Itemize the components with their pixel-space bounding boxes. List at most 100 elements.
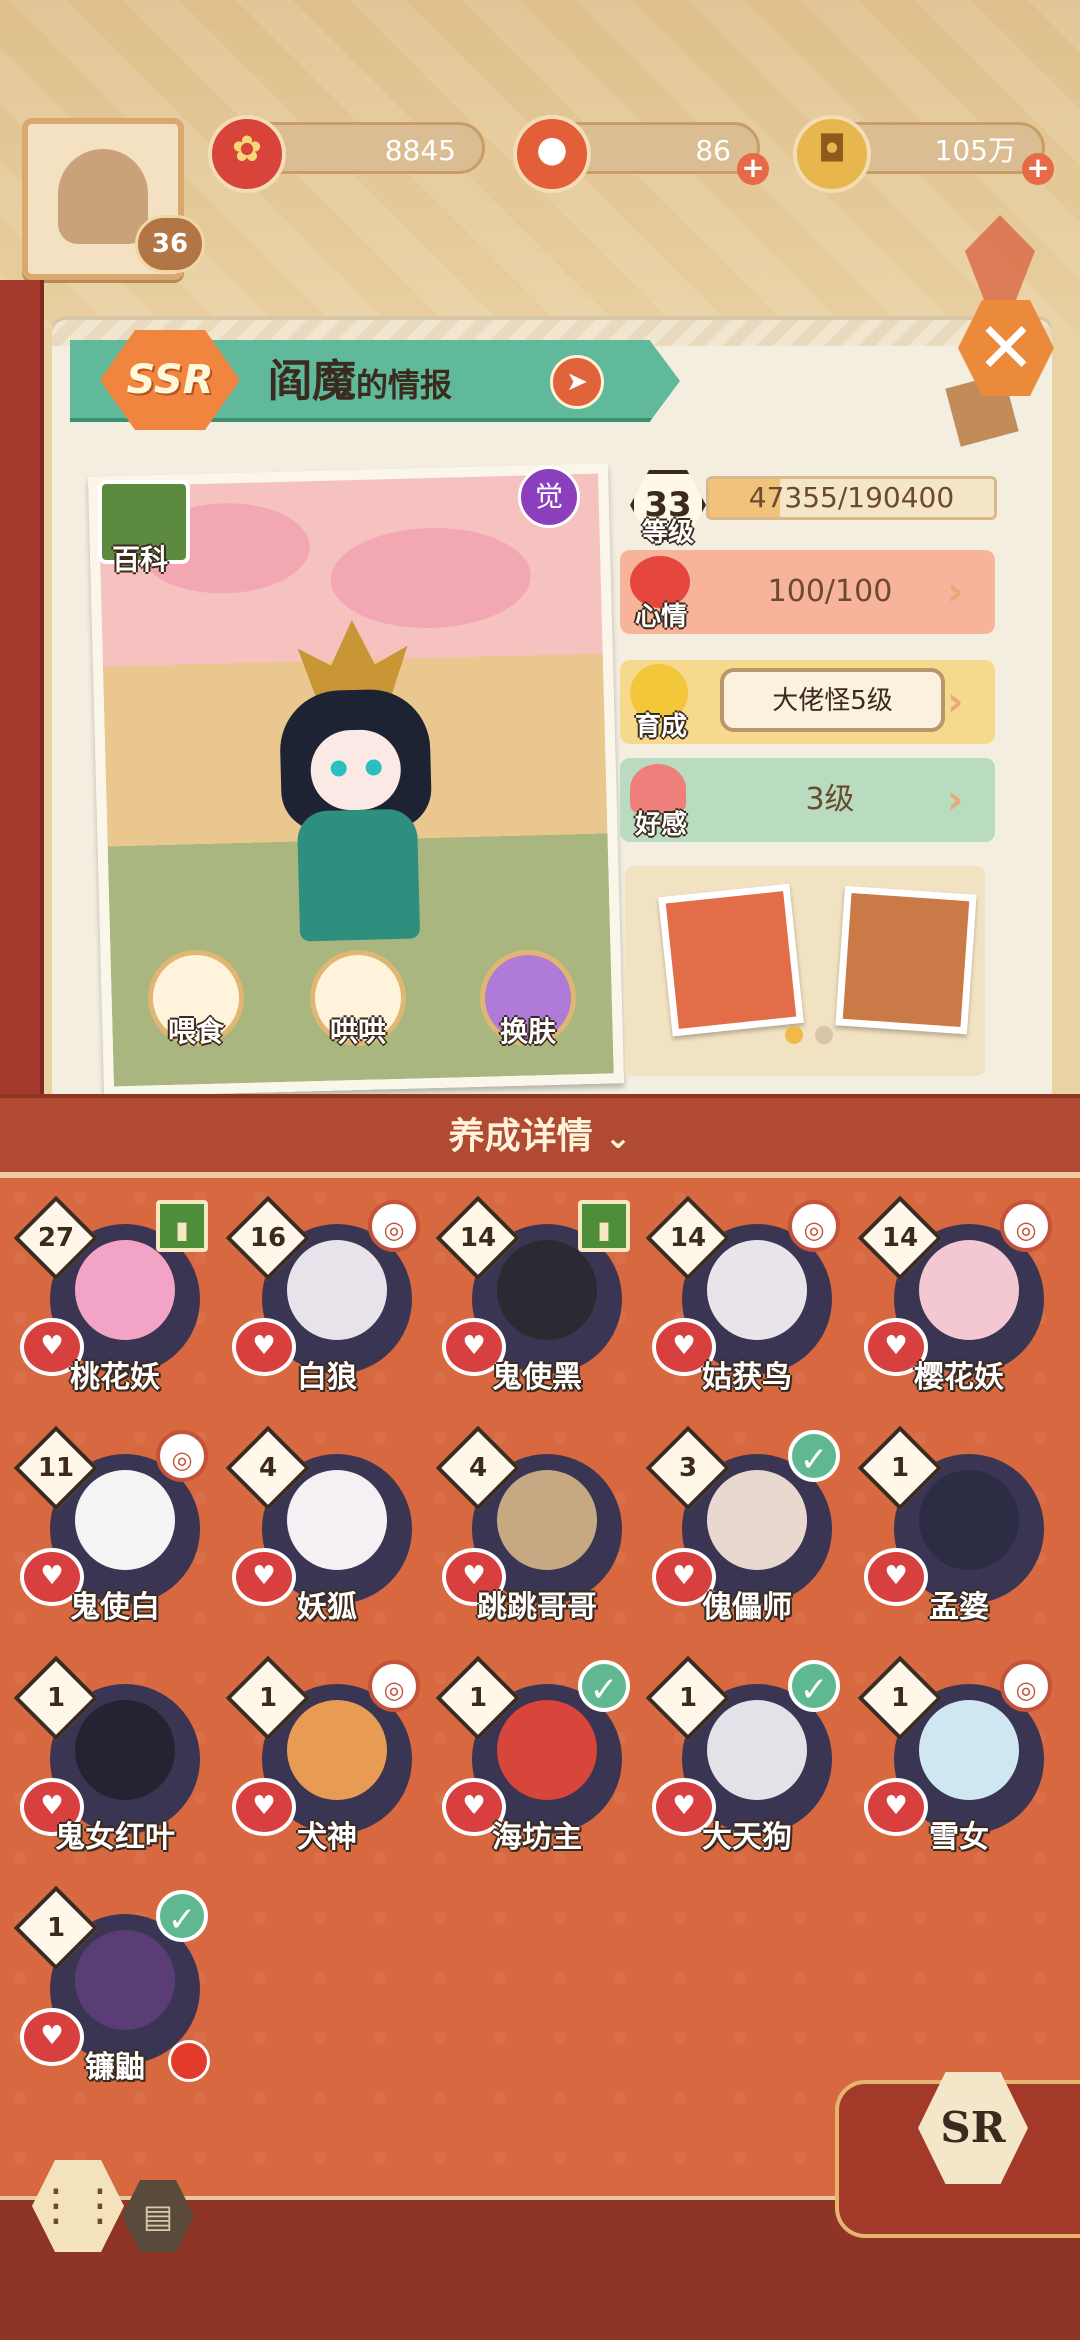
- ring-icon: ◎: [1000, 1200, 1052, 1252]
- exp-text: 47355/190400: [748, 481, 955, 514]
- character-cell[interactable]: 1 ♥ 雪女 ◎: [857, 1655, 1052, 1860]
- character-name: 妖狐: [297, 1590, 357, 1625]
- character-portrait: [75, 1240, 175, 1340]
- character-name: 阎魔: [268, 356, 356, 407]
- compass-icon[interactable]: ➤: [550, 355, 604, 409]
- growth-label: 育成: [634, 712, 687, 742]
- change-skin-label: 换肤: [499, 1015, 556, 1048]
- ring-icon: ◎: [368, 1200, 420, 1252]
- favor-label: 好感: [634, 810, 687, 840]
- character-level: 14: [459, 1223, 497, 1253]
- character-level: 1: [46, 1913, 66, 1943]
- character-name: 樱花妖: [914, 1360, 1004, 1395]
- character-portrait: [287, 1700, 387, 1800]
- character-cell[interactable]: 14 ♥ 樱花妖 ◎: [857, 1195, 1052, 1400]
- character-portrait: [287, 1240, 387, 1340]
- character-cell[interactable]: 3 ♥ 傀儡师 ✓: [645, 1425, 840, 1630]
- check-icon: ✓: [156, 1890, 208, 1942]
- character-level: 1: [890, 1683, 910, 1713]
- gift-food-card[interactable]: [658, 883, 804, 1037]
- character-cell[interactable]: 1 ♥ 鬼女红叶: [13, 1655, 200, 1860]
- add-jade-button[interactable]: +: [737, 153, 769, 185]
- comfort-label: 哄哄: [329, 1015, 386, 1048]
- character-name: 姑获鸟: [702, 1360, 792, 1395]
- character-cell[interactable]: 1 ♥ 孟婆: [857, 1425, 1044, 1630]
- character-portrait: [919, 1470, 1019, 1570]
- character-level: 1: [678, 1683, 698, 1713]
- character-level: 1: [46, 1683, 66, 1713]
- character-cell[interactable]: 4 ♥ 妖狐: [225, 1425, 412, 1630]
- character-cell[interactable]: 14 ♥ 姑获鸟 ◎: [645, 1195, 840, 1400]
- level-label: 等级: [641, 518, 694, 548]
- character-name: 白狼: [297, 1360, 357, 1395]
- character-level: 4: [258, 1453, 278, 1483]
- change-skin-button[interactable]: 换肤: [472, 950, 584, 1058]
- character-cell[interactable]: 1 ♥ 犬神 ◎: [225, 1655, 420, 1860]
- character-cell[interactable]: 1 ♥ 大天狗 ✓: [645, 1655, 840, 1860]
- gift-carousel[interactable]: [625, 866, 985, 1076]
- character-cell[interactable]: 16 ♥ 白狼 ◎: [225, 1195, 420, 1400]
- mood-value: 100/100: [767, 574, 893, 609]
- character-cell[interactable]: 14 ♥ 鬼使黑 ▮: [435, 1195, 630, 1400]
- section-header[interactable]: 养成详情 ⌄: [0, 1094, 1080, 1176]
- check-icon: ✓: [788, 1430, 840, 1482]
- character-level: 4: [468, 1453, 488, 1483]
- ring-icon: ◎: [788, 1200, 840, 1252]
- feed-button[interactable]: 喂食: [140, 950, 252, 1058]
- add-coin-button[interactable]: +: [1022, 153, 1054, 185]
- comfort-button[interactable]: 哄哄: [302, 950, 414, 1058]
- plum-icon: ✿: [208, 115, 286, 193]
- favor-value: 3级: [805, 782, 855, 817]
- notification-dot: [168, 2040, 210, 2082]
- character-level: 3: [678, 1453, 698, 1483]
- growth-value: 大佬怪5级: [720, 668, 945, 732]
- chevron-right-icon: ›: [947, 777, 964, 823]
- jade-amount: 86: [695, 134, 731, 167]
- character-cell[interactable]: 27 ♥ 桃花妖 ▮: [13, 1195, 208, 1400]
- carousel-dot: [815, 1026, 833, 1044]
- favor-row[interactable]: 好感 3级 ›: [620, 758, 995, 842]
- character-cell[interactable]: 4 ♥ 跳跳哥哥: [435, 1425, 622, 1630]
- mood-label: 心情: [634, 602, 687, 632]
- character-portrait: [287, 1470, 387, 1570]
- robe: [296, 808, 421, 942]
- wiki-button[interactable]: 百科: [88, 480, 192, 580]
- check-icon: ✓: [788, 1660, 840, 1712]
- title-suffix: 的情报: [356, 366, 453, 404]
- character-portrait: [252, 617, 461, 952]
- food-resource[interactable]: ✿ 8845: [208, 115, 485, 193]
- character-portrait: [75, 1470, 175, 1570]
- character-cell[interactable]: 1 ♥ 镰鼬 ✓: [13, 1885, 210, 2090]
- character-name: 海坊主: [492, 1820, 582, 1855]
- coin-amount: 105万: [934, 134, 1016, 167]
- feed-label: 喂食: [167, 1015, 224, 1048]
- cloud-decoration: [329, 525, 533, 631]
- section-title: 养成详情: [448, 1116, 593, 1157]
- character-portrait: [497, 1240, 597, 1340]
- gift-wheel-card[interactable]: [835, 885, 977, 1035]
- coin-icon: ◘: [793, 115, 871, 193]
- character-level: 11: [37, 1453, 75, 1483]
- character-name: 鬼使白: [70, 1590, 160, 1625]
- coin-resource[interactable]: ◘ 105万 +: [793, 115, 1054, 193]
- character-name: 傀儡师: [702, 1590, 792, 1625]
- character-level: 14: [669, 1223, 707, 1253]
- jade-resource[interactable]: ● 86 +: [513, 115, 769, 193]
- page-title: 阎魔的情报: [268, 352, 452, 412]
- character-level: 27: [37, 1223, 75, 1253]
- wiki-label: 百科: [111, 543, 168, 576]
- growth-row[interactable]: 育成 大佬怪5级 ›: [620, 660, 995, 744]
- awaken-badge: 觉: [518, 466, 580, 528]
- character-name: 桃花妖: [70, 1360, 160, 1395]
- exp-bar: 47355/190400: [706, 476, 997, 520]
- mood-row[interactable]: 心情 100/100 ›: [620, 550, 995, 634]
- flag-icon: ▮: [156, 1200, 208, 1252]
- character-cell[interactable]: 1 ♥ 海坊主 ✓: [435, 1655, 630, 1860]
- character-portrait: [919, 1240, 1019, 1340]
- character-cell[interactable]: 11 ♥ 鬼使白 ◎: [13, 1425, 208, 1630]
- character-name: 大天狗: [702, 1820, 792, 1855]
- avatar-portrait: [58, 149, 148, 244]
- character-name: 犬神: [297, 1820, 357, 1855]
- character-portrait: [497, 1700, 597, 1800]
- flag-icon: ▮: [578, 1200, 630, 1252]
